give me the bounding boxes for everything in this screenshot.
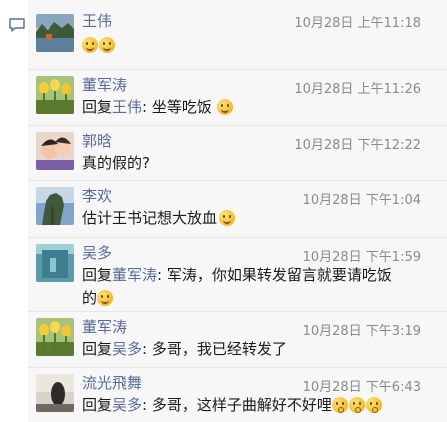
grin-emoji-icon — [99, 37, 115, 53]
avatar[interactable] — [36, 76, 74, 114]
wow-emoji-icon — [331, 397, 348, 413]
avatar[interactable] — [36, 318, 74, 356]
reply-prefix: 回复 — [82, 396, 113, 414]
comment-item: 流光飛舞 10月28日 下午6:43 回复吴多: 多哥，这样子曲解好不好哩 — [28, 368, 447, 422]
comment-text: : 坐等吃饭 — [142, 98, 212, 116]
commenter-name[interactable]: 董军涛 — [82, 316, 127, 337]
smirk-emoji-icon — [82, 37, 98, 53]
wow-emoji-icon — [365, 397, 382, 413]
commenter-name[interactable]: 董军涛 — [82, 74, 127, 95]
reply-target-name[interactable]: 王伟 — [112, 98, 142, 116]
comment-item: 董军涛 10月28日 下午3:19 回复吴多: 多哥，我已经转发了 — [28, 312, 447, 368]
reply-target-name[interactable]: 吴多 — [112, 340, 142, 358]
commenter-name[interactable]: 李欢 — [82, 185, 112, 206]
comment-body: 估计王书记想大放血 — [82, 207, 430, 230]
comment-text: : 军涛，你如果转发留言就要请吃饭 — [157, 266, 392, 284]
comment-item: 董军涛 10月28日 上午11:26 回复王伟: 坐等吃饭 — [28, 70, 447, 126]
commenter-name[interactable]: 王伟 — [82, 10, 112, 31]
reply-target-name[interactable]: 董军涛 — [112, 266, 157, 284]
comment-text: 估计王书记想大放血 — [82, 209, 218, 227]
comment-body — [82, 34, 430, 57]
avatar[interactable] — [36, 132, 74, 170]
money-emoji-icon — [219, 210, 236, 226]
reply-prefix: 回复 — [82, 340, 113, 358]
laugh-emoji-icon — [216, 99, 233, 115]
comment-time: 10月28日 下午1:04 — [302, 193, 421, 208]
comment-item: 郭晗 10月28日 下午12:22 真的假的? — [28, 126, 447, 181]
comment-time: 10月28日 下午3:19 — [302, 324, 421, 339]
wow-emoji-icon — [348, 397, 365, 413]
comment-bubble-icon — [9, 18, 25, 32]
reply-target-name[interactable]: 吴多 — [112, 396, 142, 414]
comment-text: : 多哥，这样子曲解好不好哩 — [142, 396, 332, 414]
avatar[interactable] — [36, 14, 74, 52]
comment-item: 吴多 10月28日 下午1:59 回复董军涛: 军涛，你如果转发留言就要请吃饭 … — [28, 238, 447, 312]
commenter-name[interactable]: 吴多 — [82, 242, 112, 263]
avatar[interactable] — [36, 244, 74, 282]
comments-panel: 王伟 10月28日 上午11:18 董军涛 10月28日 上午11:26 回复王… — [28, 0, 447, 422]
comment-body: 回复王伟: 坐等吃饭 — [82, 96, 430, 119]
comment-body: 回复吴多: 多哥，这样子曲解好不好哩 — [82, 394, 430, 417]
comment-line: 的 — [82, 287, 430, 310]
comment-body: 回复吴多: 多哥，我已经转发了 — [82, 338, 430, 361]
comment-time: 10月28日 上午11:26 — [294, 82, 421, 97]
comment-body: 真的假的? — [82, 152, 430, 175]
avatar[interactable] — [36, 374, 74, 412]
comment-time: 10月28日 下午6:43 — [302, 380, 421, 395]
comment-body: 回复董军涛: 军涛，你如果转发留言就要请吃饭 的 — [82, 264, 430, 310]
comment-time: 10月28日 上午11:18 — [294, 16, 421, 31]
comment-line: 回复董军涛: 军涛，你如果转发留言就要请吃饭 — [82, 264, 430, 287]
avatar[interactable] — [36, 187, 74, 225]
comment-time: 10月28日 下午12:22 — [294, 138, 421, 153]
comment-time: 10月28日 下午1:59 — [302, 250, 421, 265]
comment-item: 李欢 10月28日 下午1:04 估计王书记想大放血 — [28, 181, 447, 238]
reply-prefix: 回复 — [82, 98, 113, 116]
comment-text: : 多哥，我已经转发了 — [142, 340, 287, 358]
reply-prefix: 回复 — [82, 266, 113, 284]
comment-item: 王伟 10月28日 上午11:18 — [28, 0, 447, 70]
commenter-name[interactable]: 流光飛舞 — [82, 372, 142, 393]
comment-text: 真的假的? — [82, 154, 150, 172]
commenter-name[interactable]: 郭晗 — [82, 130, 112, 151]
smirk-emoji-icon — [97, 290, 114, 306]
comment-text: 的 — [82, 289, 98, 307]
